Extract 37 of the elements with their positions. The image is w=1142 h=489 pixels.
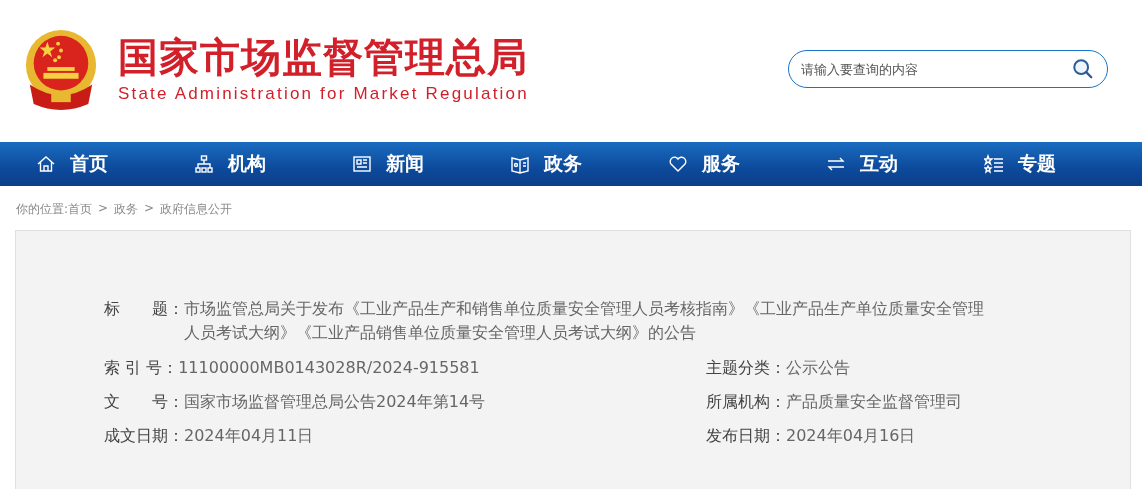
field-label: 发布日期：	[706, 425, 786, 447]
nav-item[interactable]: 专题	[984, 142, 1142, 186]
book-icon	[510, 154, 530, 174]
document-title: 市场监管总局关于发布《工业产品生产和销售单位质量安全管理人员考核指南》《工业产品生产单位质量安全管理人员考试大纲》《工业产品销售单位质量安全管理人员考试大纲》的公告	[184, 298, 984, 344]
breadcrumb-separator: >	[98, 201, 109, 216]
breadcrumb-link[interactable]: 首页	[68, 201, 93, 216]
field-label: 标 题：	[104, 298, 184, 320]
list-icon	[984, 154, 1004, 174]
nav-item[interactable]: 新闻	[352, 142, 510, 186]
nav-item[interactable]: 首页	[36, 142, 194, 186]
field-value: 2024年04月11日	[184, 425, 314, 447]
breadcrumb-separator: >	[144, 201, 155, 216]
nav-item[interactable]: 服务	[668, 142, 826, 186]
field-value: 2024年04月16日	[786, 425, 916, 447]
newspaper-icon	[352, 154, 372, 174]
org-chart-icon	[194, 154, 214, 174]
field-label: 文 号：	[104, 391, 184, 413]
home-icon	[36, 154, 56, 174]
breadcrumb-link[interactable]: 政府信息公开	[160, 201, 233, 216]
nav-item[interactable]: 互动	[826, 142, 984, 186]
heart-icon	[668, 154, 688, 174]
field-label: 所属机构：	[706, 391, 786, 413]
field-value: 11100000MB0143028R/2024-915581	[178, 357, 480, 379]
field-value: 公示公告	[786, 357, 850, 379]
breadcrumb-link[interactable]: 政务	[114, 201, 139, 216]
search-icon[interactable]	[1072, 58, 1094, 80]
field-label: 索 引 号：	[104, 357, 179, 379]
nav-item[interactable]: 政务	[510, 142, 668, 186]
site-title: 国家市场监督管理总局	[118, 34, 529, 80]
field-label: 主题分类：	[706, 357, 786, 379]
breadcrumb-label: 你的位置:	[16, 201, 69, 216]
field-value: 产品质量安全监督管理司	[786, 391, 962, 413]
nav-item[interactable]: 机构	[194, 142, 352, 186]
site-subtitle: State Administration for Market Regulation	[118, 84, 529, 104]
search-field[interactable]: 请输入要查询的内容	[788, 50, 1108, 88]
field-label: 成文日期：	[104, 425, 184, 447]
field-value: 国家市场监督管理总局公告2024年第14号	[184, 391, 486, 413]
